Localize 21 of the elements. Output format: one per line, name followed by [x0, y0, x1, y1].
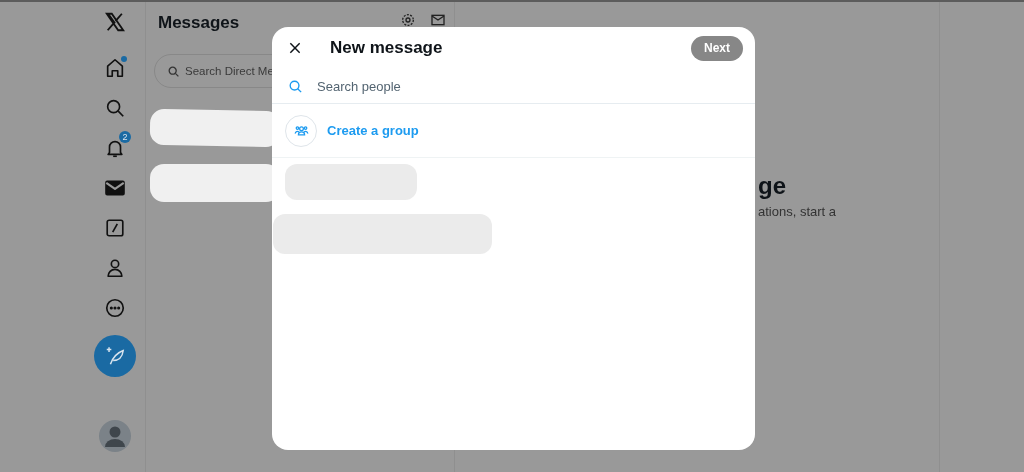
compose-button[interactable] — [94, 335, 136, 377]
profile-icon[interactable] — [104, 257, 126, 279]
empty-state-title: ge — [758, 172, 787, 200]
logo-icon[interactable] — [104, 11, 126, 33]
home-icon[interactable] — [104, 57, 126, 79]
search-icon — [288, 78, 303, 94]
grok-icon[interactable] — [104, 217, 126, 239]
settings-icon[interactable] — [400, 12, 416, 28]
search-icon — [167, 64, 180, 78]
more-icon[interactable] — [104, 297, 126, 319]
feather-icon — [104, 345, 126, 367]
empty-state-text: ations, start a — [758, 204, 838, 219]
create-group-link[interactable]: Create a group — [327, 123, 419, 138]
dialog-title: New message — [330, 38, 444, 58]
panel-title: Messages — [158, 13, 241, 33]
close-icon[interactable] — [287, 40, 303, 56]
search-icon[interactable] — [104, 97, 126, 119]
avatar-icon[interactable] — [99, 420, 131, 452]
messages-icon[interactable] — [104, 177, 126, 199]
notification-count: 2 — [119, 131, 131, 143]
mail-icon[interactable] — [430, 12, 446, 28]
